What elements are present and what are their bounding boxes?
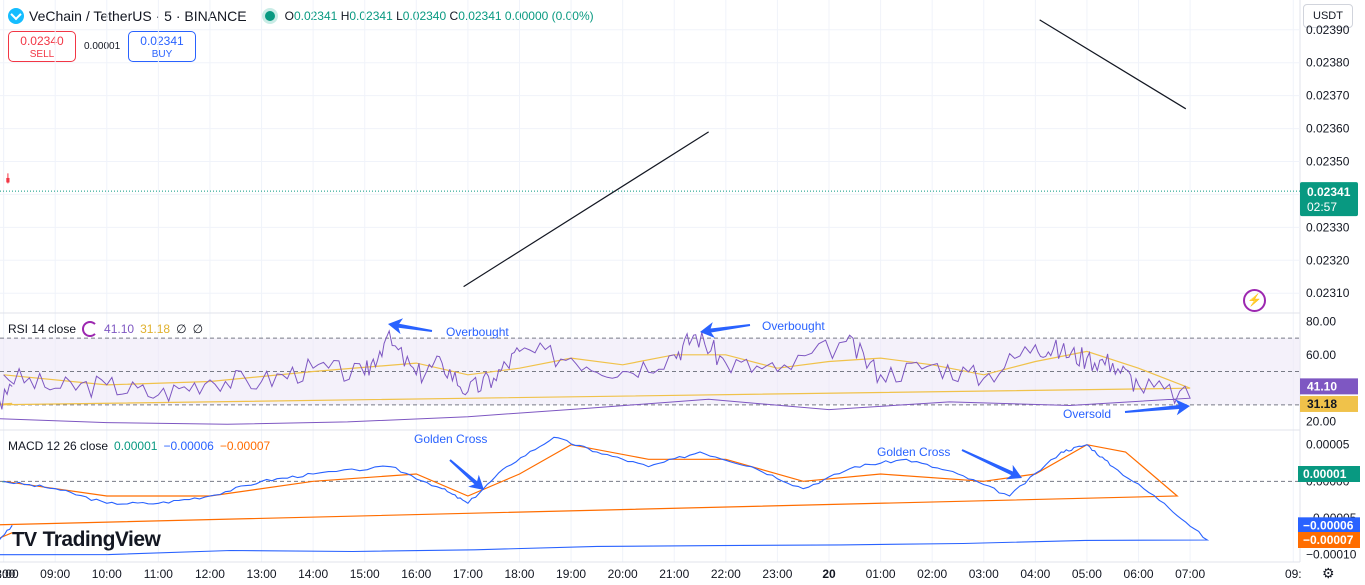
oversold-label: Oversold: [1063, 407, 1111, 421]
x-tick-label: 20:00: [608, 567, 638, 581]
price-tick-label: 0.02350: [1306, 155, 1350, 169]
countdown-label: 02:57: [1307, 200, 1337, 214]
macd-value-label: −0.00006: [1303, 518, 1354, 532]
rsi-tick-label: 80.00: [1306, 314, 1336, 328]
x-tick-label: 08:00: [0, 567, 19, 581]
price-tick-label: 0.02370: [1306, 89, 1350, 103]
rsi-band-fill: [0, 338, 1300, 405]
x-tick-label: 16:00: [401, 567, 431, 581]
macd-pane: [0, 436, 1300, 556]
golden-cross-arrow-1-shape: [449, 459, 484, 490]
x-tick-label: 17:00: [453, 567, 483, 581]
price-tick-label: 0.02360: [1306, 122, 1350, 136]
macd-tick-label: −0.00010: [1306, 548, 1357, 562]
x-tick-label: 07:00: [1175, 567, 1205, 581]
x-tick-label: 13:00: [247, 567, 277, 581]
x-tick-label: 18:00: [504, 567, 534, 581]
x-tick-label: 11:00: [144, 567, 173, 581]
x-tick-label: 14:00: [298, 567, 328, 581]
x-tick-label: 09:: [1285, 567, 1302, 581]
golden-cross-label-2: Golden Cross: [877, 445, 950, 459]
price-tick-label: 0.02330: [1306, 220, 1350, 234]
price-tick-label: 0.02380: [1306, 56, 1350, 70]
x-tick-label: 10:00: [92, 567, 122, 581]
overbought-label-2: Overbought: [762, 319, 825, 333]
macd-signal-label: −0.00007: [1303, 533, 1354, 547]
overbought-label-1: Overbought: [446, 325, 509, 339]
price-tick-label: 0.02390: [1306, 23, 1350, 37]
macd-tick-label: 0.00005: [1306, 438, 1350, 452]
tradingview-wordmark: TradingView: [42, 528, 161, 551]
rsi-tick-label: 20.00: [1306, 415, 1336, 429]
current-price-label: 0.02341: [1307, 185, 1351, 199]
x-tick-label: 02:00: [917, 567, 947, 581]
tradingview-logo[interactable]: TV TradingView: [12, 528, 161, 552]
macd-value: −0.00006: [163, 439, 214, 453]
macd-title: MACD 12 26 close: [8, 439, 109, 453]
flash-icon[interactable]: ⚡: [1243, 289, 1266, 312]
settings-gear-icon[interactable]: ⚙: [1322, 565, 1335, 582]
x-tick-label: 06:00: [1124, 567, 1154, 581]
x-tick-label: 19:00: [556, 567, 586, 581]
rsi-tick-label: 60.00: [1306, 348, 1336, 362]
trendline: [463, 131, 709, 288]
rsi-value-label: 41.10: [1307, 379, 1337, 393]
overbought-arrow-1: [388, 318, 433, 335]
macd-legend[interactable]: MACD 12 26 close 0.00001 −0.00006 −0.000…: [8, 439, 270, 453]
rsi-extra-1: ∅: [176, 322, 187, 336]
chart-canvas[interactable]: 8:0009:0010:0011:0012:0013:0014:0015:001…: [0, 0, 1365, 585]
rsi-extra-2: ∅: [192, 322, 204, 336]
price-tick-label: 0.02310: [1306, 286, 1350, 300]
overbought-arrow-2-shape: [700, 322, 751, 338]
x-tick-label: 15:00: [350, 567, 380, 581]
macd-hist-value: 0.00001: [114, 439, 158, 453]
rsi-ma-value: 31.18: [140, 322, 171, 336]
candle-body: [6, 177, 10, 183]
golden-cross-label-1: Golden Cross: [414, 432, 487, 446]
x-tick-label: 04:00: [1020, 567, 1050, 581]
macd-hist-label: 0.00001: [1303, 467, 1347, 481]
rsi-value: 41.10: [104, 322, 135, 336]
rsi-loading-icon: [82, 321, 99, 337]
x-tick-label: 12:00: [195, 567, 225, 581]
x-tick-label: 23:00: [762, 567, 792, 581]
rsi-ma-value-label: 31.18: [1307, 397, 1337, 411]
golden-cross-arrow-1: [449, 459, 484, 490]
x-tick-label: 05:00: [1072, 567, 1102, 581]
x-tick-label: 21:00: [659, 567, 689, 581]
price-pane: [0, 19, 1300, 288]
x-tick-label: 22:00: [711, 567, 741, 581]
overbought-arrow-1-shape: [388, 318, 433, 335]
x-tick-label: 09:00: [40, 567, 70, 581]
x-tick-label: 20: [822, 567, 836, 581]
rsi-legend[interactable]: RSI 14 close 41.10 31.18 ∅ ∅: [8, 321, 203, 337]
rsi-title: RSI 14 close: [8, 322, 77, 336]
overbought-arrow-2: [700, 322, 751, 338]
tradingview-mark-icon: TV: [12, 528, 37, 551]
x-tick-label: 03:00: [969, 567, 999, 581]
macd-signal-line: [0, 444, 1179, 539]
x-tick-label: 01:00: [866, 567, 896, 581]
price-tick-label: 0.02320: [1306, 253, 1350, 267]
macd-signal-value: −0.00007: [219, 439, 271, 453]
